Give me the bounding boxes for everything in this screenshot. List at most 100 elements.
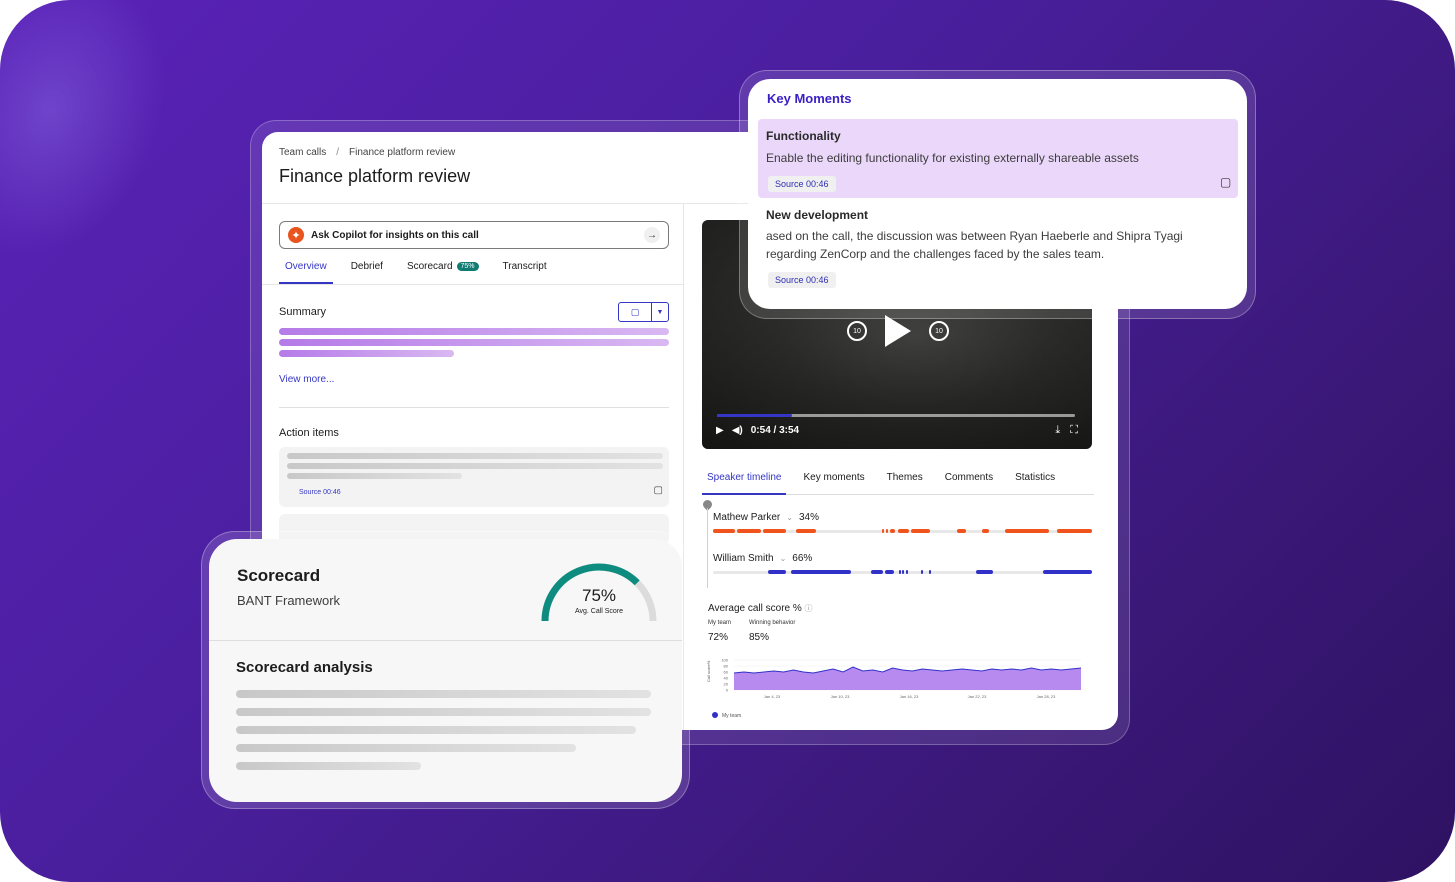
section-divider [279,407,669,408]
clipboard-icon[interactable]: ▢ [654,485,663,496]
speaker-timeline-track [713,570,1092,574]
chart-ylabel: Call score% [706,660,711,682]
key-moment-heading: Functionality [766,129,841,143]
x-tick-label: Jan 16, 23 [900,694,919,699]
speaker-talk-segment [1057,529,1092,533]
x-tick-label: Jan 10, 23 [831,694,850,699]
tab-speaker-timeline[interactable]: Speaker timeline [702,467,787,495]
breadcrumb: Team calls / Finance platform review [279,147,455,158]
view-more-link[interactable]: View more... [279,374,334,385]
speaker-talk-segment [982,529,989,533]
play-icon[interactable] [885,315,911,347]
breadcrumb-team-calls[interactable]: Team calls [279,147,326,158]
speaker-talk-segment [929,570,931,574]
tab-debrief[interactable]: Debrief [345,256,389,284]
placeholder-line [236,762,421,770]
speaker-talk-segment [911,529,930,533]
play-small-icon[interactable]: ▶ [716,425,724,436]
insight-tabs: Speaker timeline Key moments Themes Comm… [702,467,1094,495]
key-moment-item[interactable]: Functionality Enable the editing functio… [758,119,1238,198]
key-moments-panel: Key Moments Functionality Enable the edi… [748,79,1247,309]
avg-call-score-label: Average call score % ⓘ [708,603,813,614]
download-icon[interactable]: ⤓ [1055,424,1060,437]
winning-behavior-value: 85% [749,632,770,643]
call-score-gauge: 75% Avg. Call Score [541,563,657,622]
info-icon[interactable]: ⓘ [805,604,813,613]
fullscreen-icon[interactable]: ⛶ [1070,424,1078,437]
chevron-down-icon[interactable]: ▼ [652,303,668,321]
speaker-talk-segment [976,570,993,574]
action-item-card: Source 00:46 ▢ [279,447,669,507]
scorecard-divider [209,640,682,641]
page-title: Finance platform review [279,166,471,186]
y-tick-label: 40 [724,676,729,681]
chart-x-ticks: Jan 4, 23 Jan 10, 23 Jan 16, 23 Jan 22, 23 J… [764,694,1056,699]
background-glow [0,0,205,289]
playback-controls: 10 10 [847,315,949,347]
x-tick-label: Jan 22, 23 [968,694,987,699]
x-tick-label: Jan 4, 23 [764,694,781,699]
speaker-talk-segment [796,529,816,533]
speaker-talk-segment [713,529,735,533]
tab-statistics[interactable]: Statistics [1010,467,1060,495]
speaker-talk-segment [885,570,894,574]
key-moment-text: ased on the call, the discussion was bet… [766,229,1183,243]
gauge-score-label: Avg. Call Score [575,608,623,615]
legend-my-team-marker [712,712,718,718]
tab-scorecard[interactable]: Scorecard 75% [401,256,485,284]
clipboard-icon[interactable]: ▢ [619,303,652,321]
key-moment-source-link[interactable]: Source 00:46 [768,176,836,192]
chart-y-ticks: 100806040200 [721,658,728,693]
speaker-william-smith[interactable]: William Smith ⌄ 66% [713,553,812,564]
winning-behavior-label: Winning behavior [749,620,796,626]
copilot-spark-icon: ✦ [288,227,304,243]
clipboard-icon[interactable]: ▢ [1220,175,1231,189]
my-team-label: My team [708,620,732,626]
speaker-talk-segment [906,570,908,574]
placeholder-line [236,690,651,698]
tab-themes[interactable]: Themes [882,467,928,495]
forward-10-icon[interactable]: 10 [929,321,949,341]
background-stage: Team calls / Finance platform review Fin… [0,0,1455,882]
chevron-down-icon[interactable]: ⌄ [780,554,787,563]
speaker-talk-segment [882,529,884,533]
speaker-talk-segment [791,570,851,574]
summary-heading: Summary [279,306,327,318]
key-moment-source-link[interactable]: Source 00:46 [768,272,836,288]
copy-split-button[interactable]: ▢ ▼ [618,302,669,322]
placeholder-line [236,744,576,752]
tab-comments[interactable]: Comments [940,467,998,495]
video-progress-bar[interactable] [717,414,1075,417]
arrow-right-icon[interactable]: → [644,227,660,243]
y-tick-label: 60 [724,670,729,675]
my-team-value: 72% [708,632,729,643]
speaker-mathew-parker[interactable]: Mathew Parker ⌄ 34% [713,512,819,523]
tab-transcript[interactable]: Transcript [497,256,553,284]
video-time: 0:54 / 3:54 [750,425,800,436]
video-progress-fill [717,414,793,417]
tab-key-moments[interactable]: Key moments [798,467,869,495]
chevron-down-icon[interactable]: ⌄ [786,513,793,522]
tab-overview[interactable]: Overview [279,256,333,284]
scorecard-analysis-title: Scorecard analysis [236,659,373,676]
volume-icon[interactable]: ◀) [732,425,743,436]
speaker-talk-segment [886,529,888,533]
summary-placeholder-line [279,339,669,346]
placeholder-line [236,726,636,734]
scorecard-panel: Scorecard BANT Framework 75% Avg. Call S… [209,539,682,802]
action-source-link[interactable]: Source 00:46 [299,489,341,496]
speaker-talk-segment [1005,529,1049,533]
breadcrumb-separator: / [336,147,340,158]
y-tick-label: 20 [724,682,729,687]
tabs-divider [262,284,684,285]
rewind-10-icon[interactable]: 10 [847,321,867,341]
speaker-talk-segment [737,529,761,533]
scorecard-title: Scorecard [237,566,321,585]
legend-my-team: My team [722,713,741,719]
ask-copilot-input[interactable]: ✦ Ask Copilot for insights on this call … [279,221,669,249]
speaker-talk-segment [1043,570,1092,574]
summary-placeholder-line [279,350,454,357]
key-moment-text: Enable the editing functionality for exi… [766,151,1139,165]
summary-placeholder-line [279,328,669,335]
action-items-heading: Action items [279,427,339,439]
